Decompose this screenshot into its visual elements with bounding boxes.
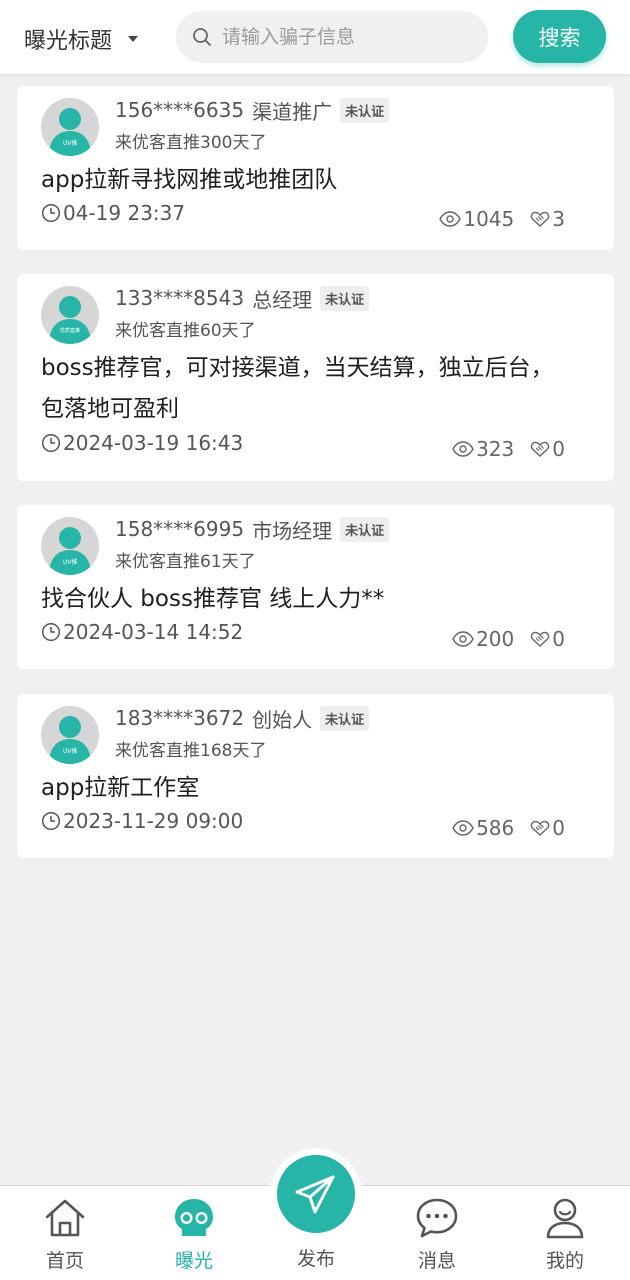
verification-badge: 未认证 (340, 516, 390, 542)
avatar-tag: UV推 (63, 558, 78, 566)
avatar: UV推 (41, 98, 99, 156)
eye-icon (452, 820, 474, 836)
search-bar[interactable] (176, 11, 488, 63)
user-phone: 133****8543 (115, 286, 245, 310)
user-silhouette-icon: UV推 (49, 716, 91, 764)
post-stats: 200 0 (452, 627, 565, 651)
nav-item-home[interactable]: 首页 (20, 1196, 110, 1273)
top-bar: 曝光标题 搜索 (0, 0, 630, 74)
home-icon (45, 1199, 85, 1237)
post-card[interactable]: UV推 158****6995 市场经理 未认证 来优客直推61天了 找合伙人 … (17, 505, 614, 669)
avatar: 优质直推 (41, 286, 99, 344)
clock-icon (41, 433, 61, 453)
like-count[interactable]: 3 (530, 207, 565, 231)
filter-dropdown[interactable]: 曝光标题 (24, 22, 139, 56)
user-phone: 183****3672 (115, 706, 245, 730)
user-line: 183****3672 创始人 未认证 (115, 704, 370, 732)
publish-button[interactable] (270, 1148, 362, 1240)
avatar-tag: UV推 (63, 139, 78, 147)
user-phone: 158****6995 (115, 517, 245, 541)
verification-badge: 未认证 (320, 705, 370, 731)
post-content: app拉新工作室 (41, 775, 200, 801)
user-role: 市场经理 (252, 518, 333, 543)
time-value: 2024-03-14 14:52 (63, 620, 244, 644)
filter-label: 曝光标题 (24, 29, 113, 54)
post-card[interactable]: UV推 156****6635 渠道推广 未认证 来优客直推300天了 app拉… (17, 86, 614, 250)
post-stats: 323 0 (452, 437, 565, 461)
handshake-icon (531, 441, 550, 457)
user-silhouette-icon: 优质直推 (49, 296, 91, 344)
avatar-tag: UV推 (63, 747, 78, 755)
post-content: boss推荐官，可对接渠道，当天结算，独立后台，包落地可盈利 (41, 355, 554, 422)
search-icon (193, 28, 211, 46)
verification-badge: 未认证 (340, 97, 390, 123)
user-role: 创始人 (252, 707, 313, 732)
paper-plane-icon (295, 1175, 335, 1214)
eye-icon (452, 631, 474, 647)
nav-item-profile[interactable]: 我的 (520, 1196, 610, 1273)
eye-icon (452, 441, 474, 457)
member-since: 来优客直推61天了 (115, 552, 256, 572)
user-line: 158****6995 市场经理 未认证 (115, 515, 390, 543)
like-count[interactable]: 0 (530, 437, 565, 461)
post-content: 找合伙人 boss推荐官 线上人力** (41, 586, 385, 612)
user-role: 总经理 (252, 287, 313, 312)
post-time: 04-19 23:37 (41, 201, 185, 225)
view-count: 200 (452, 627, 514, 651)
nav-item-publish-label: 发布 (296, 1248, 335, 1270)
post-time: 2023-11-29 09:00 (41, 809, 243, 833)
view-count: 323 (452, 437, 514, 461)
post-card[interactable]: 优质直推 133****8543 总经理 未认证 来优客直推60天了 boss推… (17, 274, 614, 481)
chat-icon (416, 1198, 458, 1238)
eye-icon (439, 211, 462, 227)
avatar: UV推 (41, 517, 99, 575)
post-card[interactable]: UV推 183****3672 创始人 未认证 来优客直推168天了 app拉新… (17, 694, 614, 858)
clock-icon (41, 622, 61, 642)
clock-icon (41, 811, 61, 831)
nav-label: 曝光 (174, 1250, 213, 1272)
clock-icon (41, 203, 61, 223)
view-count: 1045 (439, 207, 514, 231)
caret-down-icon (128, 36, 139, 42)
user-phone: 156****6635 (115, 98, 245, 122)
verification-badge: 未认证 (320, 285, 370, 311)
nav-label: 消息 (417, 1250, 456, 1272)
handshake-icon (531, 820, 550, 836)
time-value: 2023-11-29 09:00 (63, 809, 244, 833)
like-count[interactable]: 0 (530, 816, 565, 840)
publish-button-circle[interactable] (277, 1155, 355, 1233)
post-time: 2024-03-19 16:43 (41, 431, 243, 455)
post-stats: 1045 3 (439, 207, 565, 231)
time-value: 04-19 23:37 (63, 201, 186, 225)
post-stats: 586 0 (452, 816, 565, 840)
member-since: 来优客直推60天了 (115, 321, 256, 341)
avatar: UV推 (41, 706, 99, 764)
handshake-icon (531, 211, 550, 227)
nav-item-exposure[interactable]: 曝光 (149, 1196, 239, 1273)
post-content: app拉新寻找网推或地推团队 (41, 167, 338, 193)
handshake-icon (531, 631, 550, 647)
person-icon (546, 1198, 584, 1239)
member-since: 来优客直推168天了 (115, 741, 267, 761)
member-since: 来优客直推300天了 (115, 133, 267, 153)
time-value: 2024-03-19 16:43 (63, 431, 244, 455)
post-time: 2024-03-14 14:52 (41, 620, 243, 644)
user-line: 156****6635 渠道推广 未认证 (115, 96, 390, 124)
user-silhouette-icon: UV推 (49, 108, 91, 156)
search-button[interactable]: 搜索 (513, 10, 606, 63)
nav-item-messages[interactable]: 消息 (392, 1196, 482, 1273)
user-silhouette-icon: UV推 (49, 527, 91, 575)
user-line: 133****8543 总经理 未认证 (115, 284, 370, 312)
nav-label: 首页 (45, 1250, 84, 1272)
avatar-tag: 优质直推 (60, 327, 80, 334)
view-count: 586 (452, 816, 514, 840)
nav-label: 我的 (545, 1250, 584, 1272)
skull-icon (175, 1199, 213, 1236)
like-count[interactable]: 0 (530, 627, 565, 651)
search-input[interactable] (222, 26, 462, 48)
user-role: 渠道推广 (252, 99, 333, 124)
